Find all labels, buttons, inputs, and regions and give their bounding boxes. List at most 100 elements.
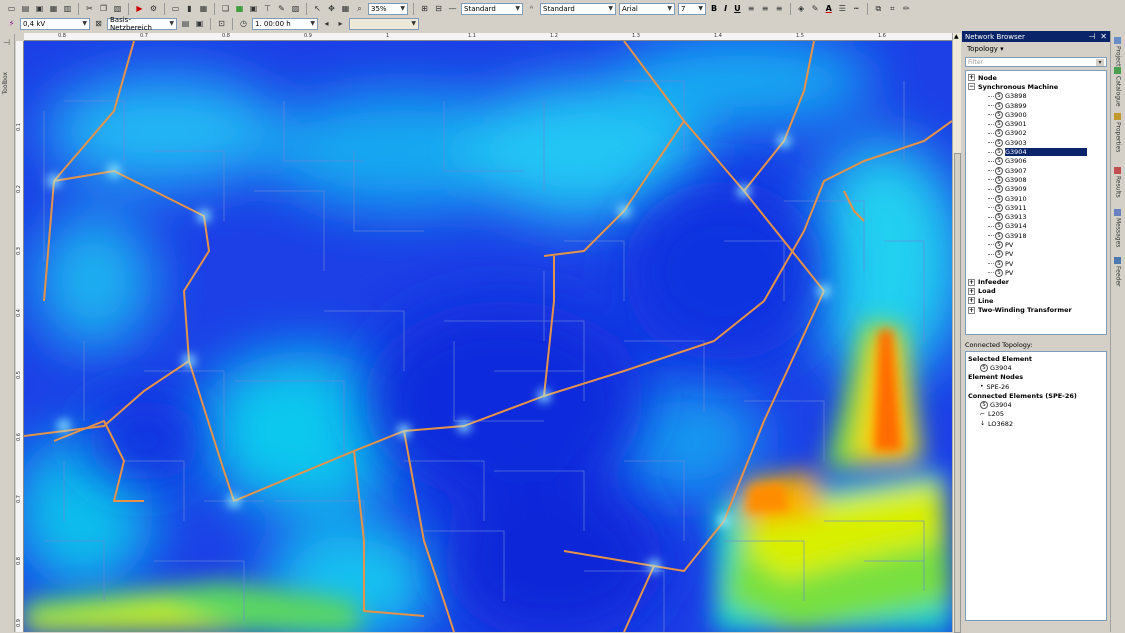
- connect-icon[interactable]: ⌗: [887, 3, 898, 14]
- pin-icon[interactable]: ⊣: [3, 38, 10, 47]
- run-icon[interactable]: ▶: [134, 3, 145, 14]
- tree-item-synchronous-machine[interactable]: S G3898: [968, 92, 1106, 101]
- tree-item-synchronous-machine[interactable]: S G3911: [968, 203, 1106, 212]
- side-tab-messages[interactable]: Messages: [1114, 209, 1122, 247]
- copy-icon[interactable]: ❐: [98, 3, 109, 14]
- paint-icon[interactable]: ✎: [276, 3, 287, 14]
- line-icon[interactable]: —: [447, 3, 458, 14]
- topology-dropdown[interactable]: Topology ▾: [962, 42, 1110, 55]
- scroll-up-icon[interactable]: ▲: [954, 33, 959, 40]
- tree-item-synchronous-machine[interactable]: S G3914: [968, 222, 1106, 231]
- side-tab-results[interactable]: Results: [1114, 167, 1122, 198]
- tree-item-synchronous-machine[interactable]: S G3909: [968, 185, 1106, 194]
- tree-item-synchronous-machine[interactable]: S G3901: [968, 119, 1106, 129]
- time-combo[interactable]: 1. 00:00 h ▼: [252, 17, 318, 30]
- bar-chart-icon[interactable]: ▮: [184, 3, 195, 14]
- expand-icon[interactable]: +: [968, 306, 975, 314]
- filter-icon[interactable]: ▤: [180, 18, 191, 29]
- tree-item-synchronous-machine[interactable]: S G3904: [968, 147, 1106, 157]
- tree-item-synchronous-machine[interactable]: S G3900: [968, 110, 1106, 119]
- area-combo[interactable]: Basis-Netzbereich ▼: [107, 16, 177, 32]
- move-icon[interactable]: ✥: [326, 3, 337, 14]
- tree-item-synchronous-machine[interactable]: S G3899: [968, 101, 1106, 110]
- align-right-icon[interactable]: ≡: [774, 3, 785, 14]
- filter-input[interactable]: Filter ▾: [965, 57, 1107, 67]
- side-tab-feeder[interactable]: Feeder: [1114, 257, 1122, 286]
- tree-item-synchronous-machine[interactable]: S G3906: [968, 157, 1106, 166]
- grid-icon[interactable]: ▦: [340, 3, 351, 14]
- tree-item-synchronous-machine[interactable]: S G3910: [968, 194, 1106, 203]
- copy-format-icon[interactable]: ❏: [220, 3, 231, 14]
- grid-green-icon[interactable]: ▦: [234, 3, 245, 14]
- chevron-down-icon[interactable]: ▾: [1096, 58, 1104, 66]
- connected-element-item[interactable]: ⌐ L205: [968, 410, 1104, 419]
- line-weight-icon[interactable]: ☰: [837, 3, 848, 14]
- tree-item-synchronous-machine[interactable]: S PV: [968, 240, 1106, 249]
- tree-group-line[interactable]: + Line: [968, 296, 1106, 305]
- diagram-icon[interactable]: ▦: [198, 3, 209, 14]
- calc-options-icon[interactable]: ⚙: [148, 3, 159, 14]
- print-icon[interactable]: ▦: [48, 3, 59, 14]
- zoom-combo[interactable]: 35% ▼: [368, 2, 408, 15]
- italic-button[interactable]: I: [722, 4, 729, 13]
- layer-icon[interactable]: ⧉: [873, 3, 884, 14]
- connected-element-item[interactable]: S G3904: [968, 400, 1104, 410]
- tree-item-synchronous-machine[interactable]: S G3907: [968, 166, 1106, 175]
- network-map-canvas[interactable]: [24, 41, 952, 632]
- expand-icon[interactable]: +: [968, 74, 975, 82]
- pin-icon[interactable]: ⊣: [1088, 32, 1095, 41]
- toolbox-tab[interactable]: Toolbox: [2, 72, 9, 95]
- graphic-icon[interactable]: ▨: [290, 3, 301, 14]
- display-icon[interactable]: ▣: [194, 18, 205, 29]
- font-size-combo[interactable]: 7 ▼: [678, 2, 706, 15]
- window-icon[interactable]: ▭: [170, 3, 181, 14]
- save-icon[interactable]: ▣: [34, 3, 45, 14]
- tree-item-synchronous-machine[interactable]: S PV: [968, 250, 1106, 259]
- side-tab-properties[interactable]: Properties: [1114, 113, 1122, 152]
- export-icon[interactable]: ▣: [248, 3, 259, 14]
- tree-item-synchronous-machine[interactable]: S PV: [968, 268, 1106, 277]
- align-center-icon[interactable]: ≡: [760, 3, 771, 14]
- open-file-icon[interactable]: ▤: [20, 3, 31, 14]
- align-icon[interactable]: ⊞: [419, 3, 430, 14]
- tree-icon[interactable]: ⊤: [262, 3, 273, 14]
- tree-item-synchronous-machine[interactable]: S G3918: [968, 231, 1106, 240]
- print-preview-icon[interactable]: ▥: [62, 3, 73, 14]
- zoom-icon[interactable]: ⌕: [354, 3, 365, 14]
- tree-group-infeeder[interactable]: + Infeeder: [968, 278, 1106, 287]
- variant-icon[interactable]: ⊡: [216, 18, 227, 29]
- new-file-icon[interactable]: ▭: [6, 3, 17, 14]
- expand-icon[interactable]: +: [968, 287, 975, 295]
- fill-color-icon[interactable]: ◈: [796, 3, 807, 14]
- line-color-icon[interactable]: ✎: [810, 3, 821, 14]
- tree-item-synchronous-machine[interactable]: S G3902: [968, 129, 1106, 138]
- pointer-icon[interactable]: ↖: [312, 3, 323, 14]
- tree-item-synchronous-machine[interactable]: S G3903: [968, 138, 1106, 147]
- scrollbar-thumb[interactable]: [954, 153, 961, 633]
- tree-group-two-winding-transformer[interactable]: + Two-Winding Transformer: [968, 305, 1106, 314]
- cut-icon[interactable]: ✂: [84, 3, 95, 14]
- text-color-button[interactable]: A: [824, 4, 834, 13]
- side-tab-project[interactable]: Project: [1114, 37, 1122, 67]
- collapse-icon[interactable]: −: [968, 83, 975, 91]
- text-style-icon[interactable]: ᴬ: [526, 3, 537, 14]
- line-style-combo[interactable]: Standard ▼: [461, 2, 523, 15]
- dash-style-icon[interactable]: ┅: [851, 3, 862, 14]
- underline-button[interactable]: U: [732, 4, 743, 13]
- time-next-icon[interactable]: ▸: [335, 18, 346, 29]
- tree-item-synchronous-machine[interactable]: S PV: [968, 259, 1106, 268]
- map-vertical-scrollbar[interactable]: ▲: [952, 33, 961, 633]
- selected-element-item[interactable]: S G3904: [968, 363, 1104, 372]
- connected-element-item[interactable]: ↓ LO3682: [968, 419, 1104, 428]
- element-node-item[interactable]: • SPE-26: [968, 382, 1104, 391]
- side-tab-catalogue[interactable]: Catalogue: [1114, 67, 1122, 107]
- tree-group-load[interactable]: + Load: [968, 287, 1106, 296]
- tree-item-synchronous-machine[interactable]: S G3908: [968, 175, 1106, 184]
- distribute-icon[interactable]: ⊟: [433, 3, 444, 14]
- time-prev-icon[interactable]: ◂: [321, 18, 332, 29]
- time-slider[interactable]: ▼: [349, 17, 419, 30]
- text-style-combo[interactable]: Standard ▼: [540, 2, 616, 15]
- close-icon[interactable]: ✕: [1100, 32, 1107, 41]
- tree-item-synchronous-machine[interactable]: S G3913: [968, 212, 1106, 222]
- align-left-icon[interactable]: ≡: [746, 3, 757, 14]
